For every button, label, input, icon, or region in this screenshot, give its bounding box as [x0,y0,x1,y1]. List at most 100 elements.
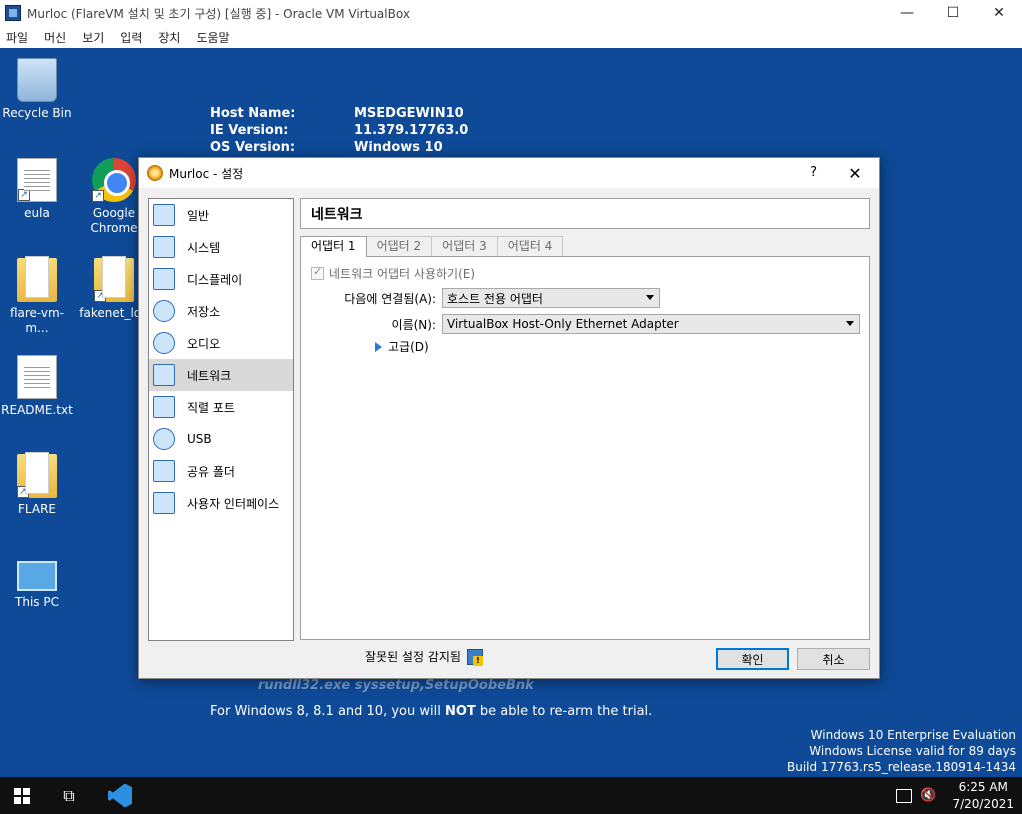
dialog-titlebar: Murloc - 설정 ? ✕ [139,158,879,188]
attached-to-select[interactable]: 호스트 전용 어댑터 [442,288,660,308]
disk-icon [153,300,175,322]
adapter-name-row: 이름(N): VirtualBox Host-Only Ethernet Ada… [301,314,860,334]
virtualbox-app-icon [5,5,21,21]
settings-sidebar: 일반 시스템 디스플레이 저장소 오디오 네트워크 직렬 포트 USB 공유 폴… [148,198,294,641]
menu-input[interactable]: 입력 [120,29,142,46]
adapter-name-select[interactable]: VirtualBox Host-Only Ethernet Adapter [442,314,860,334]
folder-icon: ↗ [94,256,134,302]
network-status-icon[interactable] [896,788,913,803]
sidebar-item-usb[interactable]: USB [149,423,293,455]
sidebar-item-storage[interactable]: 저장소 [149,295,293,327]
sidebar-item-audio[interactable]: 오디오 [149,327,293,359]
expand-triangle-icon [375,341,382,352]
chip-icon [153,236,175,258]
desktop-icon-label: eula [24,206,50,220]
chevron-down-icon [846,321,854,326]
chrome-icon: ↗ [92,158,136,202]
shortcut-arrow-icon: ↗ [92,190,104,202]
clock[interactable]: 6:25 AM 7/20/2021 [952,779,1014,813]
volume-muted-icon[interactable]: 🔇 [920,788,936,803]
sidebar-item-label: 네트워크 [187,368,232,383]
windows-watermark: Windows 10 Enterprise Evaluation Windows… [787,727,1016,775]
computer-icon [17,561,57,591]
sidebar-item-system[interactable]: 시스템 [149,231,293,263]
watermark-line: Windows 10 Enterprise Evaluation [810,728,1016,742]
sidebar-item-label: 오디오 [187,336,221,351]
host-menubar: 파일 머신 보기 입력 장치 도움말 [0,26,1022,48]
menu-file[interactable]: 파일 [6,29,28,46]
sidebar-item-general[interactable]: 일반 [149,199,293,231]
close-button[interactable]: ✕ [976,0,1022,26]
desktop-icon-readme[interactable]: README.txt [0,355,74,418]
adapter-tab-panel: 네트워크 어댑터 사용하기(E) 다음에 연결됨(A): 호스트 전용 어댑터 … [300,256,870,640]
desktop-icon-label: flare-vm-m... [9,306,65,335]
rearm-notice-post: be able to re-arm the trial. [475,704,653,719]
tab-adapter-3[interactable]: 어댑터 3 [431,236,498,256]
task-view-button[interactable]: ⧉ [50,777,88,814]
minimize-button[interactable]: — [884,0,930,26]
adapter-tabs: 어댑터 1 어댑터 2 어댑터 3 어댑터 4 [300,236,564,257]
sidebar-item-label: 시스템 [187,240,221,255]
clock-date: 7/20/2021 [952,796,1014,811]
clock-time: 6:25 AM [958,779,1008,794]
windows-logo-icon [14,787,30,804]
desktop-icon-label: README.txt [1,403,73,417]
folder-icon [17,256,57,302]
invalid-settings-label: 잘못된 설정 감지됨 [365,650,461,664]
dialog-close-button[interactable]: ✕ [839,160,871,186]
text-document-icon [17,355,57,399]
menu-view[interactable]: 보기 [82,29,104,46]
enable-adapter-label: 네트워크 어댑터 사용하기(E) [329,267,476,281]
bginfo-row: OS Version: Windows 10 [210,140,468,157]
bginfo-row: IE Version: 11.379.17763.0 [210,123,468,140]
window-title: Murloc (FlareVM 설치 및 초기 구성) [실행 중] - Ora… [27,6,410,21]
bginfo-value: 11.379.17763.0 [354,123,469,138]
usb-icon [153,428,175,450]
vscode-icon [108,783,132,808]
advanced-expander[interactable]: 고급(D) [375,338,429,355]
recycle-bin-icon [17,58,57,102]
enable-adapter-checkbox[interactable] [311,265,324,280]
sidebar-item-label: 디스플레이 [187,272,243,287]
adapter-name-label: 이름(N): [391,317,436,332]
menu-devices[interactable]: 장치 [158,29,180,46]
bginfo-label: IE Version: [210,123,289,138]
tab-adapter-2[interactable]: 어댑터 2 [365,236,433,256]
host-titlebar: Murloc (FlareVM 설치 및 초기 구성) [실행 중] - Ora… [0,0,1022,26]
desktop-icon-eula[interactable]: ↗ eula [0,158,74,221]
desktop-icon-flare-vm[interactable]: flare-vm-m... [0,256,74,336]
watermark-line: Windows License valid for 89 days [809,744,1016,758]
menu-help[interactable]: 도움말 [196,29,229,46]
sidebar-item-display[interactable]: 디스플레이 [149,263,293,295]
sidebar-item-user-interface[interactable]: 사용자 인터페이스 [149,487,293,519]
maximize-button[interactable]: ☐ [930,0,976,26]
invalid-settings-indicator[interactable]: 잘못된 설정 감지됨 [365,648,483,666]
desktop-icon-this-pc[interactable]: This PC [0,553,74,610]
sidebar-item-label: 사용자 인터페이스 [187,496,280,511]
partially-hidden-command-text: rundll32.exe syssetup,SetupOobeBnk [258,678,534,693]
desktop-icon-flare[interactable]: ↗ FLARE [0,452,74,517]
bginfo-value: MSEDGEWIN10 [354,106,464,121]
menu-machine[interactable]: 머신 [44,29,66,46]
tab-adapter-1[interactable]: 어댑터 1 [300,236,367,257]
sidebar-item-serial-ports[interactable]: 직렬 포트 [149,391,293,423]
sidebar-item-shared-folders[interactable]: 공유 폴더 [149,455,293,487]
shared-folder-icon [153,460,175,482]
bginfo-label: Host Name: [210,106,296,121]
desktop-icon-label: This PC [15,595,59,609]
cancel-button[interactable]: 취소 [797,648,870,670]
bginfo-panel: Host Name: MSEDGEWIN10 IE Version: 11.37… [210,106,468,157]
sidebar-item-label: 공유 폴더 [187,464,235,479]
serial-port-icon [153,396,175,418]
start-button[interactable] [0,777,44,814]
help-button[interactable]: ? [810,165,817,180]
sidebar-item-network[interactable]: 네트워크 [149,359,293,391]
settings-dialog: Murloc - 설정 ? ✕ 일반 시스템 디스플레이 저장소 오디오 네트워… [138,157,880,679]
shortcut-arrow-icon: ↗ [17,486,29,498]
taskbar-vscode-button[interactable] [100,777,140,814]
desktop-icon-recycle-bin[interactable]: Recycle Bin [0,58,74,121]
tab-adapter-4[interactable]: 어댑터 4 [496,236,564,256]
ok-button[interactable]: 확인 [716,648,789,670]
warning-icon [466,648,483,666]
desktop-icon-label: FLARE [18,502,56,516]
